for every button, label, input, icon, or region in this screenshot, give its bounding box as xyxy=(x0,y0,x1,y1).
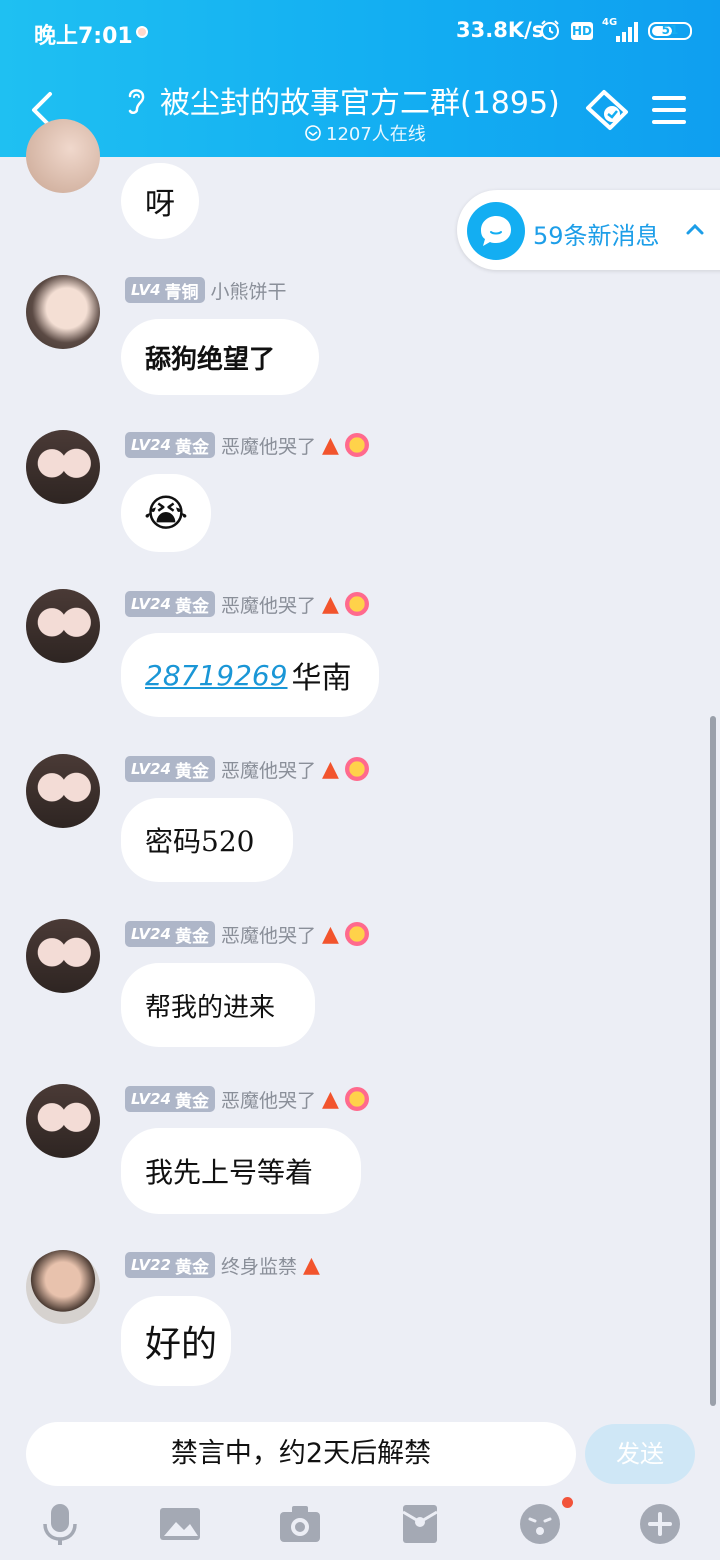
hd-icon: HD xyxy=(571,22,593,40)
fire-icon: ▲ xyxy=(322,432,339,458)
mute-notice: 禁言中，约2天后解禁 xyxy=(26,1422,576,1486)
message-bubble[interactable]: 呀 xyxy=(121,163,199,239)
battery-level: 51 xyxy=(661,23,679,37)
avatar[interactable] xyxy=(26,275,100,349)
sender-line: LV22 黄金 终身监禁 ▲ xyxy=(125,1252,320,1278)
image-icon[interactable] xyxy=(158,1502,202,1546)
sender-name[interactable]: 恶魔他哭了 xyxy=(221,591,316,618)
red-packet-icon[interactable] xyxy=(398,1502,442,1546)
message-bubble[interactable]: 帮我的进来 xyxy=(121,963,315,1047)
sender-line: LV24 黄金 恶魔他哭了 ▲ xyxy=(125,756,369,782)
sender-name[interactable]: 恶魔他哭了 xyxy=(221,756,316,783)
sender-name[interactable]: 终身监禁 xyxy=(221,1252,297,1279)
alarm-icon xyxy=(541,20,559,40)
message-text: 呀 xyxy=(145,187,175,222)
fire-icon: ▲ xyxy=(322,756,339,782)
sender-line: LV4 青铜 小熊饼干 xyxy=(125,277,287,303)
sender-line: LV24 黄金 恶魔他哭了 ▲ xyxy=(125,432,369,458)
message-bubble[interactable]: 密码520 xyxy=(121,798,293,882)
level-badge: LV24 黄金 xyxy=(125,756,215,782)
message-text: 帮我的进来 xyxy=(145,992,276,1023)
level-badge: LV24 黄金 xyxy=(125,591,215,617)
online-icon xyxy=(305,125,321,141)
ear-icon xyxy=(128,89,145,114)
sender-name[interactable]: 恶魔他哭了 xyxy=(221,921,316,948)
chevron-up-icon xyxy=(686,223,704,235)
mic-icon[interactable] xyxy=(38,1502,82,1546)
flower-smile-icon xyxy=(344,592,369,616)
level-badge: LV22 黄金 xyxy=(125,1252,215,1278)
chat-header: 晚上7:01 33.8K/s HD 4G 51 被尘封的故事官方二群(1895) xyxy=(0,0,720,157)
network-speed: 33.8K/s xyxy=(456,18,545,42)
emoji-icon[interactable] xyxy=(518,1502,562,1546)
signal-icon xyxy=(616,22,638,42)
message-text: 密码520 xyxy=(145,825,255,858)
menu-icon[interactable] xyxy=(652,95,686,125)
message-bubble[interactable]: 我先上号等着 xyxy=(121,1128,361,1214)
avatar[interactable] xyxy=(26,119,100,193)
send-button[interactable]: 发送 xyxy=(585,1424,695,1484)
level-badge: LV24 黄金 xyxy=(125,921,215,947)
message-text: 华南 xyxy=(291,661,352,696)
sender-line: LV24 黄金 恶魔他哭了 ▲ xyxy=(125,1086,369,1112)
flower-smile-icon xyxy=(344,1087,369,1111)
new-messages-button[interactable]: 59条新消息 xyxy=(457,190,720,270)
online-count: 1207人在线 xyxy=(304,120,426,146)
status-bar: 晚上7:01 33.8K/s HD 4G 51 xyxy=(0,0,720,64)
avatar[interactable] xyxy=(26,1250,100,1324)
message-text: 好的 xyxy=(145,1324,218,1365)
new-messages-label: 59条新消息 xyxy=(533,222,660,250)
avatar[interactable] xyxy=(26,430,100,504)
sender-name[interactable]: 小熊饼干 xyxy=(211,277,287,304)
message-bubble[interactable]: 好的 xyxy=(121,1296,231,1386)
level-badge: LV4 青铜 xyxy=(125,277,205,303)
avatar[interactable] xyxy=(26,919,100,993)
flower-smile-icon xyxy=(344,757,369,781)
message-bubble[interactable]: 😭 xyxy=(121,474,211,552)
chat-bubble-icon xyxy=(467,202,525,260)
message-bubble[interactable]: 28719269 华南 xyxy=(121,633,379,717)
message-link[interactable]: 28719269 xyxy=(145,659,288,692)
sender-line: LV24 黄金 恶魔他哭了 ▲ xyxy=(125,591,369,617)
crying-emoji-icon: 😭 xyxy=(143,491,189,535)
notification-icon xyxy=(136,26,148,38)
sender-name[interactable]: 恶魔他哭了 xyxy=(221,1086,316,1113)
fire-icon: ▲ xyxy=(322,1086,339,1112)
message-text: 舔狗绝望了 xyxy=(145,344,276,375)
fire-icon: ▲ xyxy=(322,921,339,947)
ticket-icon[interactable] xyxy=(582,88,632,132)
flower-smile-icon xyxy=(344,922,369,946)
avatar[interactable] xyxy=(26,754,100,828)
sender-line: LV24 黄金 恶魔他哭了 ▲ xyxy=(125,921,369,947)
online-text: 1207人在线 xyxy=(326,124,426,145)
level-badge: LV24 黄金 xyxy=(125,1086,215,1112)
battery-icon: 51 xyxy=(648,22,692,40)
level-badge: LV24 黄金 xyxy=(125,432,215,458)
fire-icon: ▲ xyxy=(303,1252,320,1278)
fire-icon: ▲ xyxy=(322,591,339,617)
sender-name[interactable]: 恶魔他哭了 xyxy=(221,432,316,459)
message-text: 我先上号等着 xyxy=(145,1156,314,1189)
flower-smile-icon xyxy=(344,433,369,457)
camera-icon[interactable] xyxy=(278,1502,322,1546)
avatar[interactable] xyxy=(26,589,100,663)
status-time: 晚上7:01 xyxy=(34,24,133,49)
input-bar: 禁言中，约2天后解禁 发送 xyxy=(0,1408,720,1560)
group-title[interactable]: 被尘封的故事官方二群(1895) xyxy=(160,78,560,122)
notification-dot xyxy=(562,1497,573,1508)
scrollbar[interactable] xyxy=(710,716,716,1406)
plus-icon[interactable] xyxy=(638,1502,682,1546)
message-bubble[interactable]: 舔狗绝望了 xyxy=(121,319,319,395)
avatar[interactable] xyxy=(26,1084,100,1158)
